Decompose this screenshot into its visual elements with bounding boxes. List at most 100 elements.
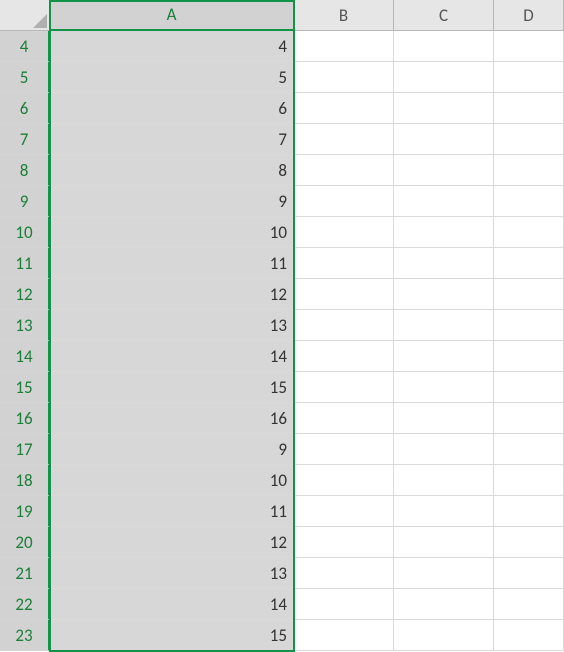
cell-C18[interactable] <box>394 465 494 496</box>
row-header-17[interactable]: 17 <box>0 434 50 465</box>
cell-A20[interactable]: 12 <box>50 527 294 558</box>
cell-D9[interactable] <box>494 186 564 217</box>
cell-C15[interactable] <box>394 372 494 403</box>
row-header-22[interactable]: 22 <box>0 589 50 620</box>
row-header-10[interactable]: 10 <box>0 217 50 248</box>
cell-A15[interactable]: 15 <box>50 372 294 403</box>
row-header-19[interactable]: 19 <box>0 496 50 527</box>
row-header-7[interactable]: 7 <box>0 124 50 155</box>
spreadsheet[interactable]: ABCD445566778899101011111212131314141515… <box>0 0 564 651</box>
cell-C19[interactable] <box>394 496 494 527</box>
row-header-18[interactable]: 18 <box>0 465 50 496</box>
cell-D8[interactable] <box>494 155 564 186</box>
cell-B18[interactable] <box>294 465 394 496</box>
row-header-6[interactable]: 6 <box>0 93 50 124</box>
row-header-14[interactable]: 14 <box>0 341 50 372</box>
cell-B14[interactable] <box>294 341 394 372</box>
cell-D18[interactable] <box>494 465 564 496</box>
row-header-16[interactable]: 16 <box>0 403 50 434</box>
cell-B15[interactable] <box>294 372 394 403</box>
cell-A14[interactable]: 14 <box>50 341 294 372</box>
cell-A5[interactable]: 5 <box>50 62 294 93</box>
cell-A4[interactable]: 4 <box>50 31 294 62</box>
cell-B10[interactable] <box>294 217 394 248</box>
cell-B19[interactable] <box>294 496 394 527</box>
cell-C8[interactable] <box>394 155 494 186</box>
cell-D10[interactable] <box>494 217 564 248</box>
row-header-13[interactable]: 13 <box>0 310 50 341</box>
cell-A8[interactable]: 8 <box>50 155 294 186</box>
cell-B13[interactable] <box>294 310 394 341</box>
cell-C13[interactable] <box>394 310 494 341</box>
cell-A13[interactable]: 13 <box>50 310 294 341</box>
cell-C11[interactable] <box>394 248 494 279</box>
cell-D13[interactable] <box>494 310 564 341</box>
cell-C14[interactable] <box>394 341 494 372</box>
cell-B23[interactable] <box>294 620 394 651</box>
column-header-A[interactable]: A <box>50 0 294 31</box>
cell-D19[interactable] <box>494 496 564 527</box>
cell-C17[interactable] <box>394 434 494 465</box>
cell-B11[interactable] <box>294 248 394 279</box>
row-header-11[interactable]: 11 <box>0 248 50 279</box>
cell-C16[interactable] <box>394 403 494 434</box>
cell-B8[interactable] <box>294 155 394 186</box>
cell-A7[interactable]: 7 <box>50 124 294 155</box>
cell-B16[interactable] <box>294 403 394 434</box>
cell-C23[interactable] <box>394 620 494 651</box>
cell-C9[interactable] <box>394 186 494 217</box>
row-header-8[interactable]: 8 <box>0 155 50 186</box>
cell-D6[interactable] <box>494 93 564 124</box>
cell-D17[interactable] <box>494 434 564 465</box>
cell-A23[interactable]: 15 <box>50 620 294 651</box>
cell-A17[interactable]: 9 <box>50 434 294 465</box>
cell-A12[interactable]: 12 <box>50 279 294 310</box>
cell-D4[interactable] <box>494 31 564 62</box>
cell-A16[interactable]: 16 <box>50 403 294 434</box>
cell-D23[interactable] <box>494 620 564 651</box>
cell-D5[interactable] <box>494 62 564 93</box>
cell-C21[interactable] <box>394 558 494 589</box>
cell-B17[interactable] <box>294 434 394 465</box>
cell-C12[interactable] <box>394 279 494 310</box>
cell-D12[interactable] <box>494 279 564 310</box>
cell-D21[interactable] <box>494 558 564 589</box>
cell-A18[interactable]: 10 <box>50 465 294 496</box>
cell-B20[interactable] <box>294 527 394 558</box>
row-header-20[interactable]: 20 <box>0 527 50 558</box>
cell-C10[interactable] <box>394 217 494 248</box>
cell-C7[interactable] <box>394 124 494 155</box>
cell-A22[interactable]: 14 <box>50 589 294 620</box>
cell-D14[interactable] <box>494 341 564 372</box>
cell-C4[interactable] <box>394 31 494 62</box>
cell-D22[interactable] <box>494 589 564 620</box>
cell-B6[interactable] <box>294 93 394 124</box>
cell-A6[interactable]: 6 <box>50 93 294 124</box>
column-header-B[interactable]: B <box>294 0 394 31</box>
cell-C22[interactable] <box>394 589 494 620</box>
cell-A9[interactable]: 9 <box>50 186 294 217</box>
row-header-21[interactable]: 21 <box>0 558 50 589</box>
cell-D16[interactable] <box>494 403 564 434</box>
cell-D7[interactable] <box>494 124 564 155</box>
cell-B12[interactable] <box>294 279 394 310</box>
cell-A21[interactable]: 13 <box>50 558 294 589</box>
cell-B22[interactable] <box>294 589 394 620</box>
cell-C6[interactable] <box>394 93 494 124</box>
row-header-9[interactable]: 9 <box>0 186 50 217</box>
column-header-C[interactable]: C <box>394 0 494 31</box>
row-header-5[interactable]: 5 <box>0 62 50 93</box>
cell-C5[interactable] <box>394 62 494 93</box>
cell-D15[interactable] <box>494 372 564 403</box>
cell-B4[interactable] <box>294 31 394 62</box>
cell-D11[interactable] <box>494 248 564 279</box>
cell-B7[interactable] <box>294 124 394 155</box>
cell-B21[interactable] <box>294 558 394 589</box>
row-header-15[interactable]: 15 <box>0 372 50 403</box>
cell-A10[interactable]: 10 <box>50 217 294 248</box>
cell-C20[interactable] <box>394 527 494 558</box>
row-header-4[interactable]: 4 <box>0 31 50 62</box>
cell-A19[interactable]: 11 <box>50 496 294 527</box>
column-header-D[interactable]: D <box>494 0 564 31</box>
cell-B9[interactable] <box>294 186 394 217</box>
